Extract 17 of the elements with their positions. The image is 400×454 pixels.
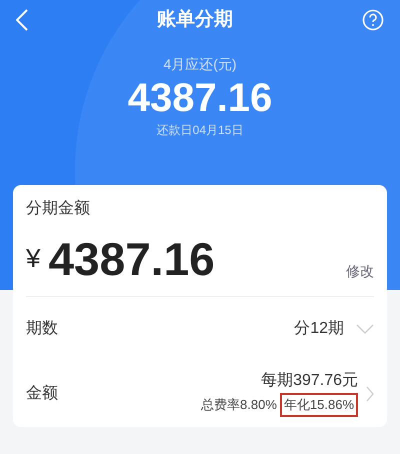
period-select[interactable]: 分12期 <box>294 317 374 341</box>
chevron-down-icon <box>356 324 374 334</box>
card-title: 分期金额 <box>26 198 91 219</box>
annual-rate: 年化15.86% <box>280 393 358 417</box>
total-rate: 总费率8.80% <box>201 396 277 414</box>
help-icon[interactable] <box>362 9 384 31</box>
due-amount: 4387.16 <box>128 75 272 121</box>
row-label: 金额 <box>26 384 58 404</box>
back-icon[interactable] <box>16 9 28 31</box>
currency-symbol: ¥ <box>26 242 40 275</box>
due-label: 4月应还(元) <box>163 55 237 74</box>
edit-link[interactable]: 修改 <box>346 261 374 282</box>
due-date: 还款日04月15日 <box>156 122 244 139</box>
page-title: 账单分期 <box>156 8 234 32</box>
row-label: 期数 <box>26 319 58 339</box>
installment-amount-value: 4387.16 <box>48 234 215 284</box>
installment-amount: 每期397.76元 <box>261 371 358 392</box>
